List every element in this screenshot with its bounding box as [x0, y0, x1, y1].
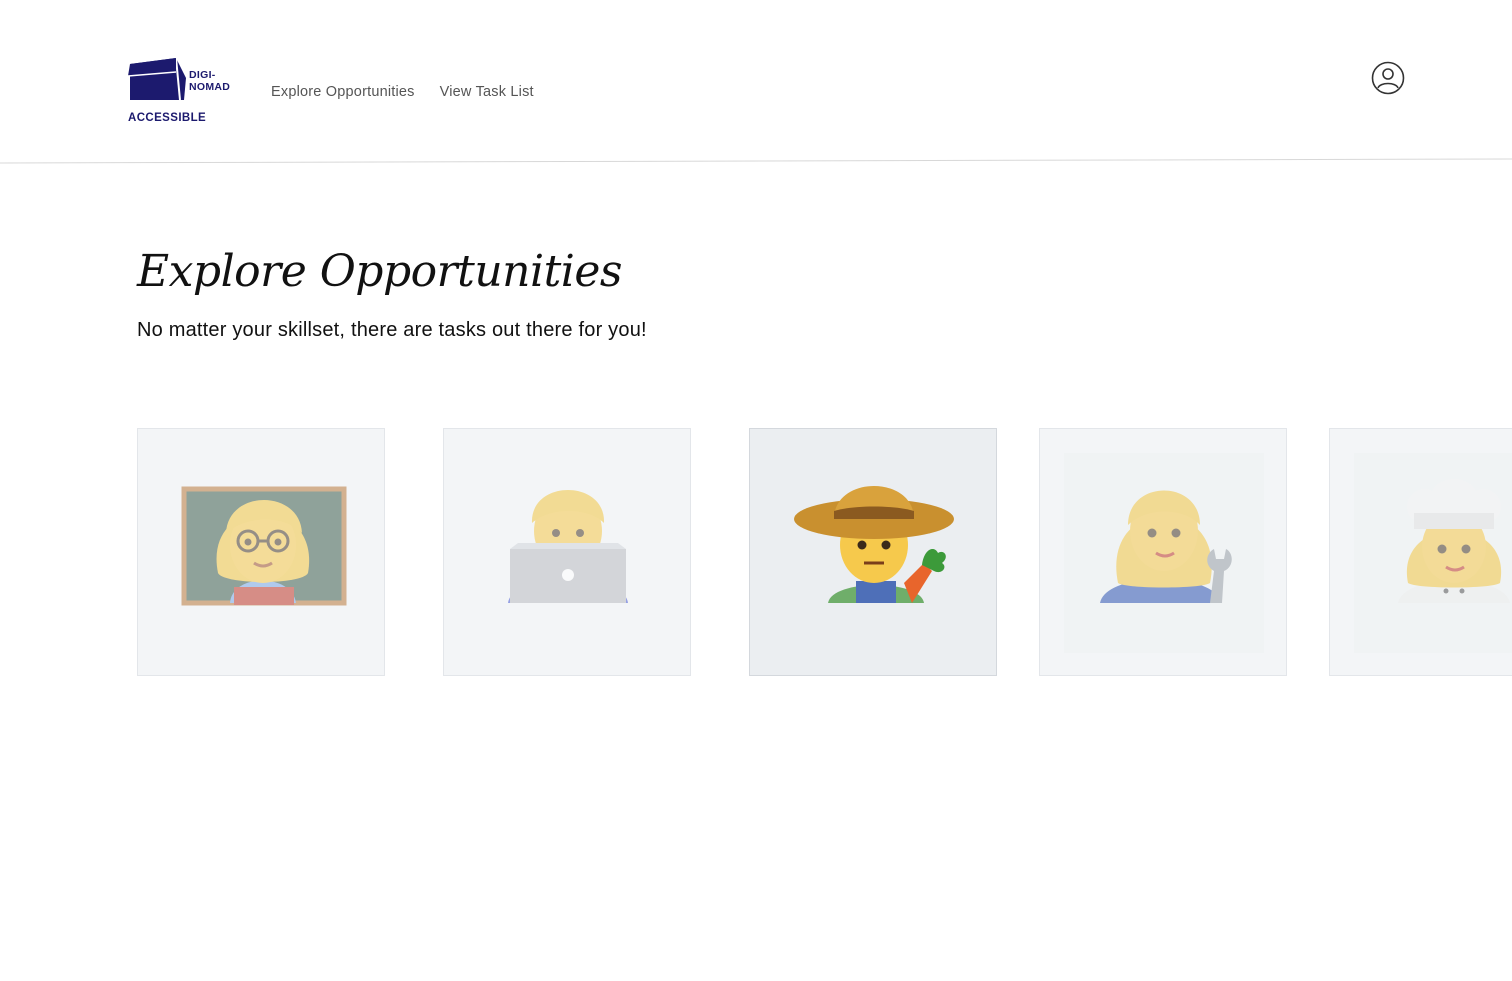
nav-explore-opportunities[interactable]: Explore Opportunities	[271, 84, 415, 100]
mechanic-emoji-icon	[1100, 490, 1232, 603]
site-header: DIGI- NOMAD ACCESSIBLE Explore Opportuni…	[0, 0, 1512, 163]
account-button[interactable]	[1371, 61, 1405, 95]
cook-emoji-icon	[1398, 479, 1510, 603]
teacher-emoji-icon	[181, 486, 347, 606]
header-divider	[0, 158, 1512, 164]
opportunity-card-mechanic[interactable]	[1039, 428, 1287, 676]
logo-wordmark: DIGI- NOMAD	[189, 69, 230, 93]
opportunity-card-teacher[interactable]	[137, 428, 385, 676]
logo-tagline: ACCESSIBLE	[128, 112, 207, 124]
nav-view-task-list[interactable]: View Task List	[440, 84, 534, 100]
main-nav: Explore Opportunities View Task List	[271, 84, 534, 100]
user-circle-icon	[1371, 61, 1405, 95]
opportunity-card-cook[interactable]	[1329, 428, 1512, 676]
digi-nomad-logo[interactable]: DIGI- NOMAD ACCESSIBLE	[128, 58, 238, 128]
logo-line-1: DIGI-	[189, 69, 216, 81]
page-title: Explore Opportunities	[137, 246, 622, 297]
box-logo-icon	[128, 58, 186, 101]
technologist-emoji-icon	[508, 490, 628, 603]
opportunity-card-farmer[interactable]	[749, 428, 997, 676]
opportunity-card-technologist[interactable]	[443, 428, 691, 676]
page-subtitle: No matter your skillset, there are tasks…	[137, 319, 647, 341]
logo-line-2: NOMAD	[189, 81, 231, 93]
farmer-emoji-icon	[794, 486, 954, 603]
